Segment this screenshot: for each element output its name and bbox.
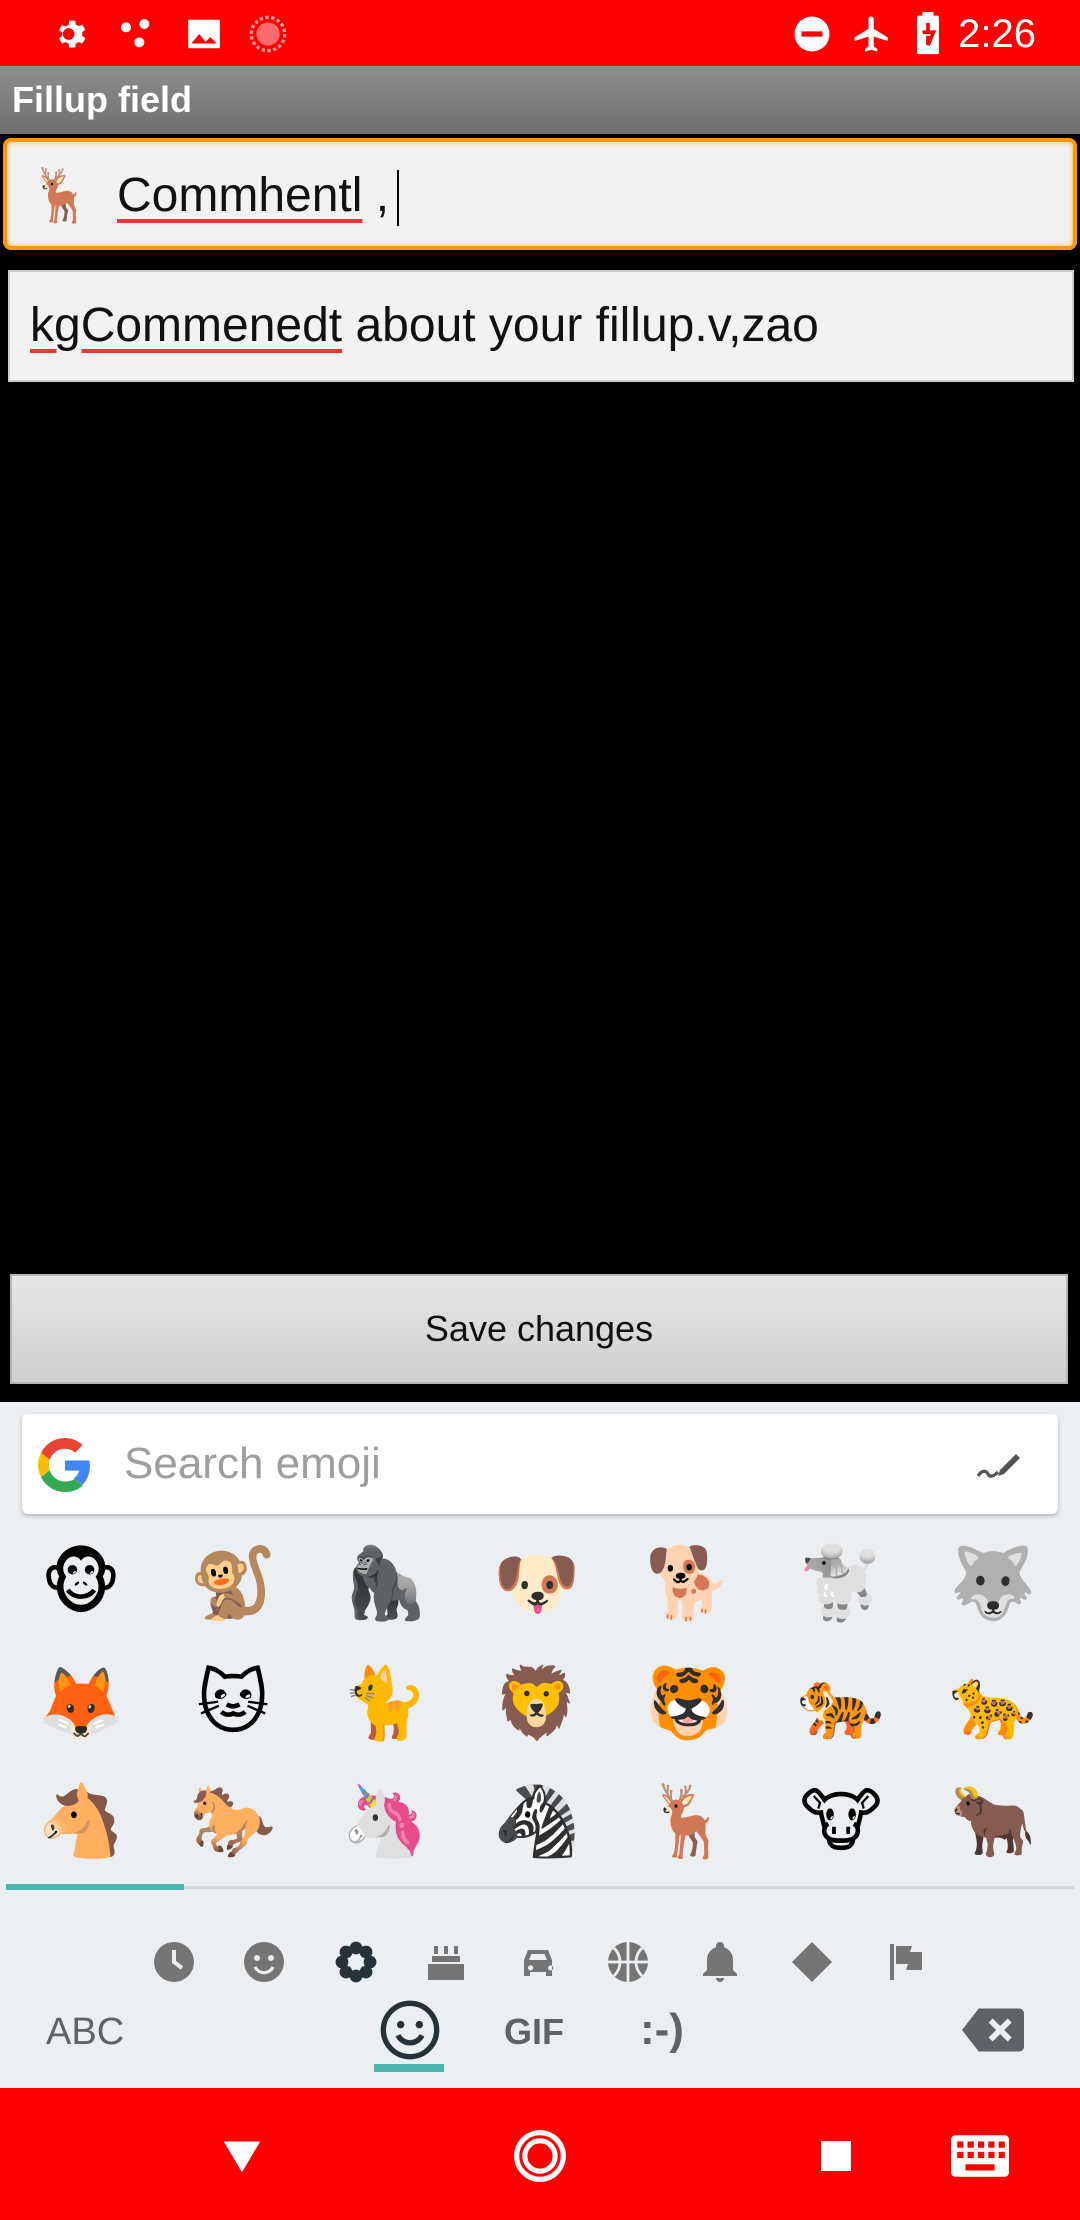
symbols-icon[interactable] bbox=[784, 1934, 840, 1990]
emoji-key[interactable]: 🐺 bbox=[948, 1538, 1038, 1628]
emoji-key[interactable]: 🐅 bbox=[796, 1658, 886, 1748]
do-not-disturb-icon bbox=[790, 12, 834, 56]
backspace-icon[interactable] bbox=[962, 2006, 1024, 2054]
status-bar: 2:26 bbox=[0, 0, 1080, 66]
emoji-key[interactable]: 🦌 bbox=[644, 1776, 734, 1866]
activities-icon[interactable] bbox=[600, 1934, 656, 1990]
text-caret bbox=[397, 170, 400, 227]
emoji-key[interactable]: 🦊 bbox=[36, 1658, 126, 1748]
emoji-key[interactable]: 🦓 bbox=[492, 1776, 582, 1866]
back-icon[interactable] bbox=[212, 2126, 272, 2186]
emoji-key[interactable]: 🦁 bbox=[492, 1658, 582, 1748]
emoji-key[interactable]: 🐩 bbox=[796, 1538, 886, 1628]
image-icon bbox=[182, 12, 226, 56]
gif-key[interactable]: GIF bbox=[504, 2002, 564, 2062]
emoji-key[interactable]: 🐒 bbox=[188, 1538, 278, 1628]
save-changes-button[interactable]: Save changes bbox=[10, 1274, 1068, 1384]
objects-icon[interactable] bbox=[692, 1934, 748, 1990]
emoji-tab-indicator bbox=[374, 2064, 444, 2072]
emoji-key[interactable]: 🦍 bbox=[340, 1538, 430, 1628]
fillup-comment-field[interactable]: kgCommenedt about your fillup.v,zao bbox=[8, 270, 1074, 382]
battery-charging-icon bbox=[906, 12, 950, 56]
navigation-bar bbox=[0, 2088, 1080, 2220]
emoji-key[interactable]: 🐵 bbox=[36, 1538, 126, 1628]
emoji-key[interactable]: 🐴 bbox=[36, 1776, 126, 1866]
field1-text-rest: , bbox=[362, 169, 390, 222]
settings-icon bbox=[50, 12, 94, 56]
emoji-key[interactable]: 🐱 bbox=[188, 1658, 278, 1748]
misspelled-word[interactable]: Commhentl bbox=[117, 169, 362, 222]
emoticon-key[interactable]: :-) bbox=[640, 2000, 684, 2060]
emoji-key[interactable]: 🐶 bbox=[492, 1538, 582, 1628]
emoji-search-box[interactable]: Search emoji bbox=[22, 1414, 1058, 1514]
food-icon[interactable] bbox=[418, 1934, 474, 1990]
emoji-key[interactable]: 🐮 bbox=[796, 1776, 886, 1866]
search-input[interactable]: Search emoji bbox=[124, 1436, 381, 1492]
field1-text: Commhentl , bbox=[117, 166, 400, 227]
page-title: Fillup field bbox=[12, 79, 192, 120]
google-logo-icon bbox=[38, 1438, 92, 1492]
field2-text: kgCommenedt about your fillup.v,zao bbox=[30, 296, 819, 356]
emoji-key[interactable]: 🐕 bbox=[644, 1538, 734, 1628]
emoji-tab-icon[interactable] bbox=[378, 1998, 442, 2062]
emoji-key[interactable]: 🐯 bbox=[644, 1658, 734, 1748]
recents-icon[interactable] bbox=[806, 2126, 866, 2186]
deer-emoji: 🦌 bbox=[29, 167, 94, 225]
recent-icon[interactable] bbox=[146, 1934, 202, 1990]
abc-key[interactable]: ABC bbox=[46, 2002, 124, 2062]
clock: 2:26 bbox=[958, 12, 1036, 56]
emoji-keyboard: Search emoji 🐵 🐒 🦍 🐶 🐕 🐩 🐺 🦊 🐱 🐈 🦁 🐯 🐅 🐆 🐴 🐎 🦄 🦓 🦌 🐮 🐂 ABC bbox=[0, 1402, 1080, 2088]
emoji-key[interactable]: 🦄 bbox=[340, 1776, 430, 1866]
record-icon bbox=[246, 12, 290, 56]
airplane-mode-icon bbox=[850, 12, 894, 56]
share-dots-icon bbox=[114, 12, 158, 56]
emoji-key[interactable]: 🐈 bbox=[340, 1658, 430, 1748]
title-bar: Fillup field bbox=[0, 66, 1080, 134]
comment-field-focused[interactable]: 🦌 Commhentl , bbox=[3, 138, 1077, 250]
flags-icon[interactable] bbox=[876, 1934, 932, 1990]
emoji-key[interactable]: 🐂 bbox=[948, 1776, 1038, 1866]
field2-text-rest: about your fillup.v,zao bbox=[342, 299, 819, 352]
travel-icon[interactable] bbox=[510, 1934, 566, 1990]
home-icon[interactable] bbox=[508, 2124, 572, 2188]
smileys-icon[interactable] bbox=[236, 1934, 292, 1990]
emoji-key[interactable]: 🐆 bbox=[948, 1658, 1038, 1748]
scroll-indicator bbox=[6, 1884, 184, 1890]
keyboard-icon[interactable] bbox=[948, 2126, 1012, 2186]
nature-icon[interactable] bbox=[328, 1934, 384, 1990]
emoji-key[interactable]: 🐎 bbox=[188, 1776, 278, 1866]
handwriting-pen-icon[interactable] bbox=[974, 1444, 1022, 1486]
misspelled-word[interactable]: kgCommenedt bbox=[30, 299, 342, 352]
